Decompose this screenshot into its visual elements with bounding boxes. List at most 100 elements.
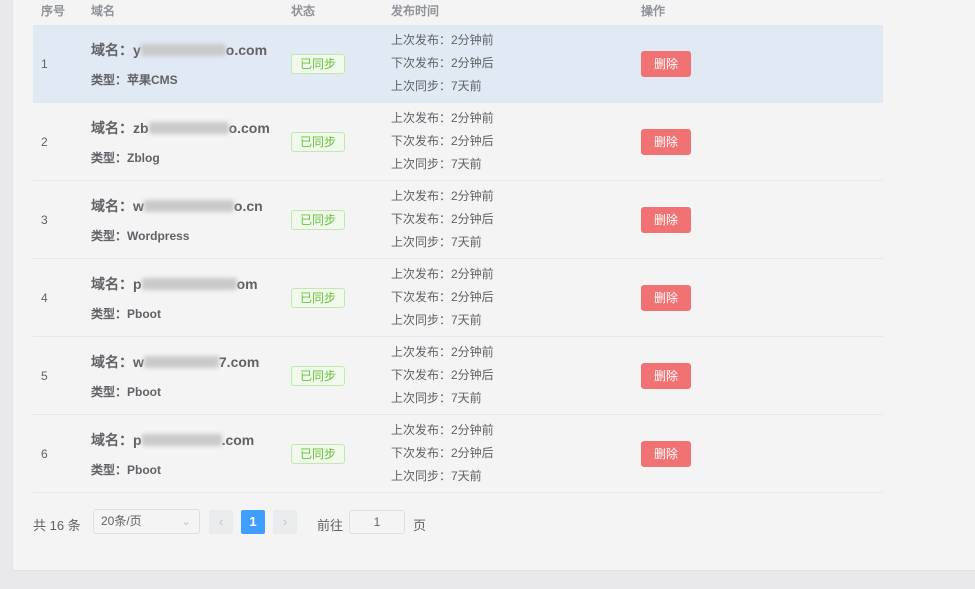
next-page-button[interactable]: › [273, 510, 297, 534]
type-value: Pboot [127, 307, 162, 321]
domain-tail: o.com [228, 120, 270, 136]
goto-page-input[interactable] [349, 510, 405, 534]
status-badge: 已同步 [291, 366, 346, 386]
header-index: 序号 [41, 4, 66, 18]
row-type: 类型：Pboot [91, 305, 161, 322]
status-badge: 已同步 [291, 54, 346, 74]
last-sync: 上次同步：7天前 [391, 79, 482, 93]
row-type: 类型：Wordpress [91, 227, 189, 244]
row-index: 5 [41, 369, 48, 383]
next-publish: 下次发布：2分钟后 [391, 290, 494, 304]
domain-prefix: 域名： [91, 276, 133, 292]
next-publish: 下次发布：2分钟后 [391, 446, 494, 460]
publish-times: 上次发布：2分钟前 下次发布：2分钟后 上次同步：7天前 [391, 188, 494, 257]
domain-tail: om [236, 276, 258, 292]
delete-button[interactable]: 删除 [641, 285, 691, 311]
delete-button[interactable]: 删除 [641, 51, 691, 77]
table-body: 1 域名：y o.com 类型：苹果CMS 已同步 上次发布：2分钟前 下次发布：… [33, 25, 883, 493]
domain-tail: o.com [225, 42, 268, 58]
last-sync: 上次同步：7天前 [391, 235, 482, 249]
redaction-blur [141, 434, 222, 446]
header-actions: 操作 [641, 4, 666, 18]
row-domain: 域名：w o.cn [91, 196, 263, 216]
domain-prefix: 域名： [91, 120, 133, 136]
redaction-blur [140, 44, 226, 56]
redaction-blur [143, 356, 219, 368]
header-domain: 域名 [91, 4, 116, 18]
table-row: 1 域名：y o.com 类型：苹果CMS 已同步 上次发布：2分钟前 下次发布：… [33, 25, 883, 103]
status-badge: 已同步 [291, 210, 346, 230]
domain-head: y [133, 42, 141, 58]
domain-tail: .com [221, 432, 255, 448]
next-publish: 下次发布：2分钟后 [391, 368, 494, 382]
last-sync: 上次同步：7天前 [391, 313, 482, 327]
chevron-left-icon: ‹ [218, 514, 224, 529]
last-publish: 上次发布：2分钟前 [391, 423, 494, 437]
status-badge: 已同步 [291, 288, 346, 308]
type-prefix: 类型： [91, 73, 128, 87]
table-header: 序号 域名 状态 发布时间 操作 [33, 0, 883, 25]
row-index: 2 [41, 135, 48, 149]
type-value: Zblog [127, 151, 160, 165]
row-type: 类型：苹果CMS [91, 71, 178, 88]
table-row: 4 域名：p om 类型：Pboot 已同步 上次发布：2分钟前 下次发布：2分钟… [33, 259, 883, 337]
type-value: Wordpress [127, 229, 190, 243]
delete-button[interactable]: 删除 [641, 363, 691, 389]
type-prefix: 类型： [91, 385, 128, 399]
row-type: 类型：Pboot [91, 383, 161, 400]
row-domain: 域名：p .com [91, 430, 254, 450]
row-domain: 域名：w 7.com [91, 352, 259, 372]
chevron-down-icon: ⌄ [180, 514, 191, 528]
domain-head: w [133, 198, 144, 214]
row-index: 4 [41, 291, 48, 305]
domain-prefix: 域名： [91, 432, 133, 448]
prev-page-button[interactable]: ‹ [209, 510, 233, 534]
last-sync: 上次同步：7天前 [391, 391, 482, 405]
row-domain: 域名：y o.com [91, 40, 267, 60]
row-index: 1 [41, 57, 48, 71]
next-publish: 下次发布：2分钟后 [391, 134, 494, 148]
status-badge: 已同步 [291, 132, 346, 152]
publish-times: 上次发布：2分钟前 下次发布：2分钟后 上次同步：7天前 [391, 344, 494, 413]
header-publish-time: 发布时间 [391, 4, 440, 18]
site-table: 序号 域名 状态 发布时间 操作 1 域名：y o.com 类型：苹果CMS 已同… [33, 0, 883, 493]
header-status: 状态 [291, 4, 316, 18]
row-index: 3 [41, 213, 48, 227]
goto-label: 前往 [317, 518, 344, 533]
delete-button[interactable]: 删除 [641, 441, 691, 467]
domain-tail: o.cn [233, 198, 263, 214]
redaction-blur [141, 278, 237, 290]
redaction-blur [143, 200, 234, 212]
row-domain: 域名：p om [91, 274, 258, 294]
publish-times: 上次发布：2分钟前 下次发布：2分钟后 上次同步：7天前 [391, 266, 494, 335]
page-number-current[interactable]: 1 [241, 510, 265, 534]
type-prefix: 类型： [91, 463, 128, 477]
table-row: 5 域名：w 7.com 类型：Pboot 已同步 上次发布：2分钟前 下次发布：… [33, 337, 883, 415]
next-publish: 下次发布：2分钟后 [391, 56, 494, 70]
page-size-select[interactable]: 20条/页 ⌄ [93, 509, 200, 534]
page-size-value: 20条/页 [101, 514, 142, 528]
type-prefix: 类型： [91, 151, 128, 165]
total-count: 共 16 条 [33, 518, 81, 533]
last-publish: 上次发布：2分钟前 [391, 189, 494, 203]
row-domain: 域名：zb o.com [91, 118, 270, 138]
table-row: 2 域名：zb o.com 类型：Zblog 已同步 上次发布：2分钟前 下次发布… [33, 103, 883, 181]
publish-times: 上次发布：2分钟前 下次发布：2分钟后 上次同步：7天前 [391, 110, 494, 179]
last-publish: 上次发布：2分钟前 [391, 267, 494, 281]
table-row: 3 域名：w o.cn 类型：Wordpress 已同步 上次发布：2分钟前 下次… [33, 181, 883, 259]
type-prefix: 类型： [91, 307, 128, 321]
last-publish: 上次发布：2分钟前 [391, 111, 494, 125]
delete-button[interactable]: 删除 [641, 129, 691, 155]
status-badge: 已同步 [291, 444, 346, 464]
row-index: 6 [41, 447, 48, 461]
last-sync: 上次同步：7天前 [391, 469, 482, 483]
domain-head: w [133, 354, 144, 370]
publish-times: 上次发布：2分钟前 下次发布：2分钟后 上次同步：7天前 [391, 422, 494, 491]
redaction-blur [148, 122, 229, 134]
domain-prefix: 域名： [91, 42, 133, 58]
chevron-right-icon: › [282, 514, 288, 529]
last-publish: 上次发布：2分钟前 [391, 33, 494, 47]
delete-button[interactable]: 删除 [641, 207, 691, 233]
domain-head: zb [133, 120, 149, 136]
pagination: 共 16 条 20条/页 ⌄ ‹ 1 › 前往 页 [33, 509, 975, 535]
